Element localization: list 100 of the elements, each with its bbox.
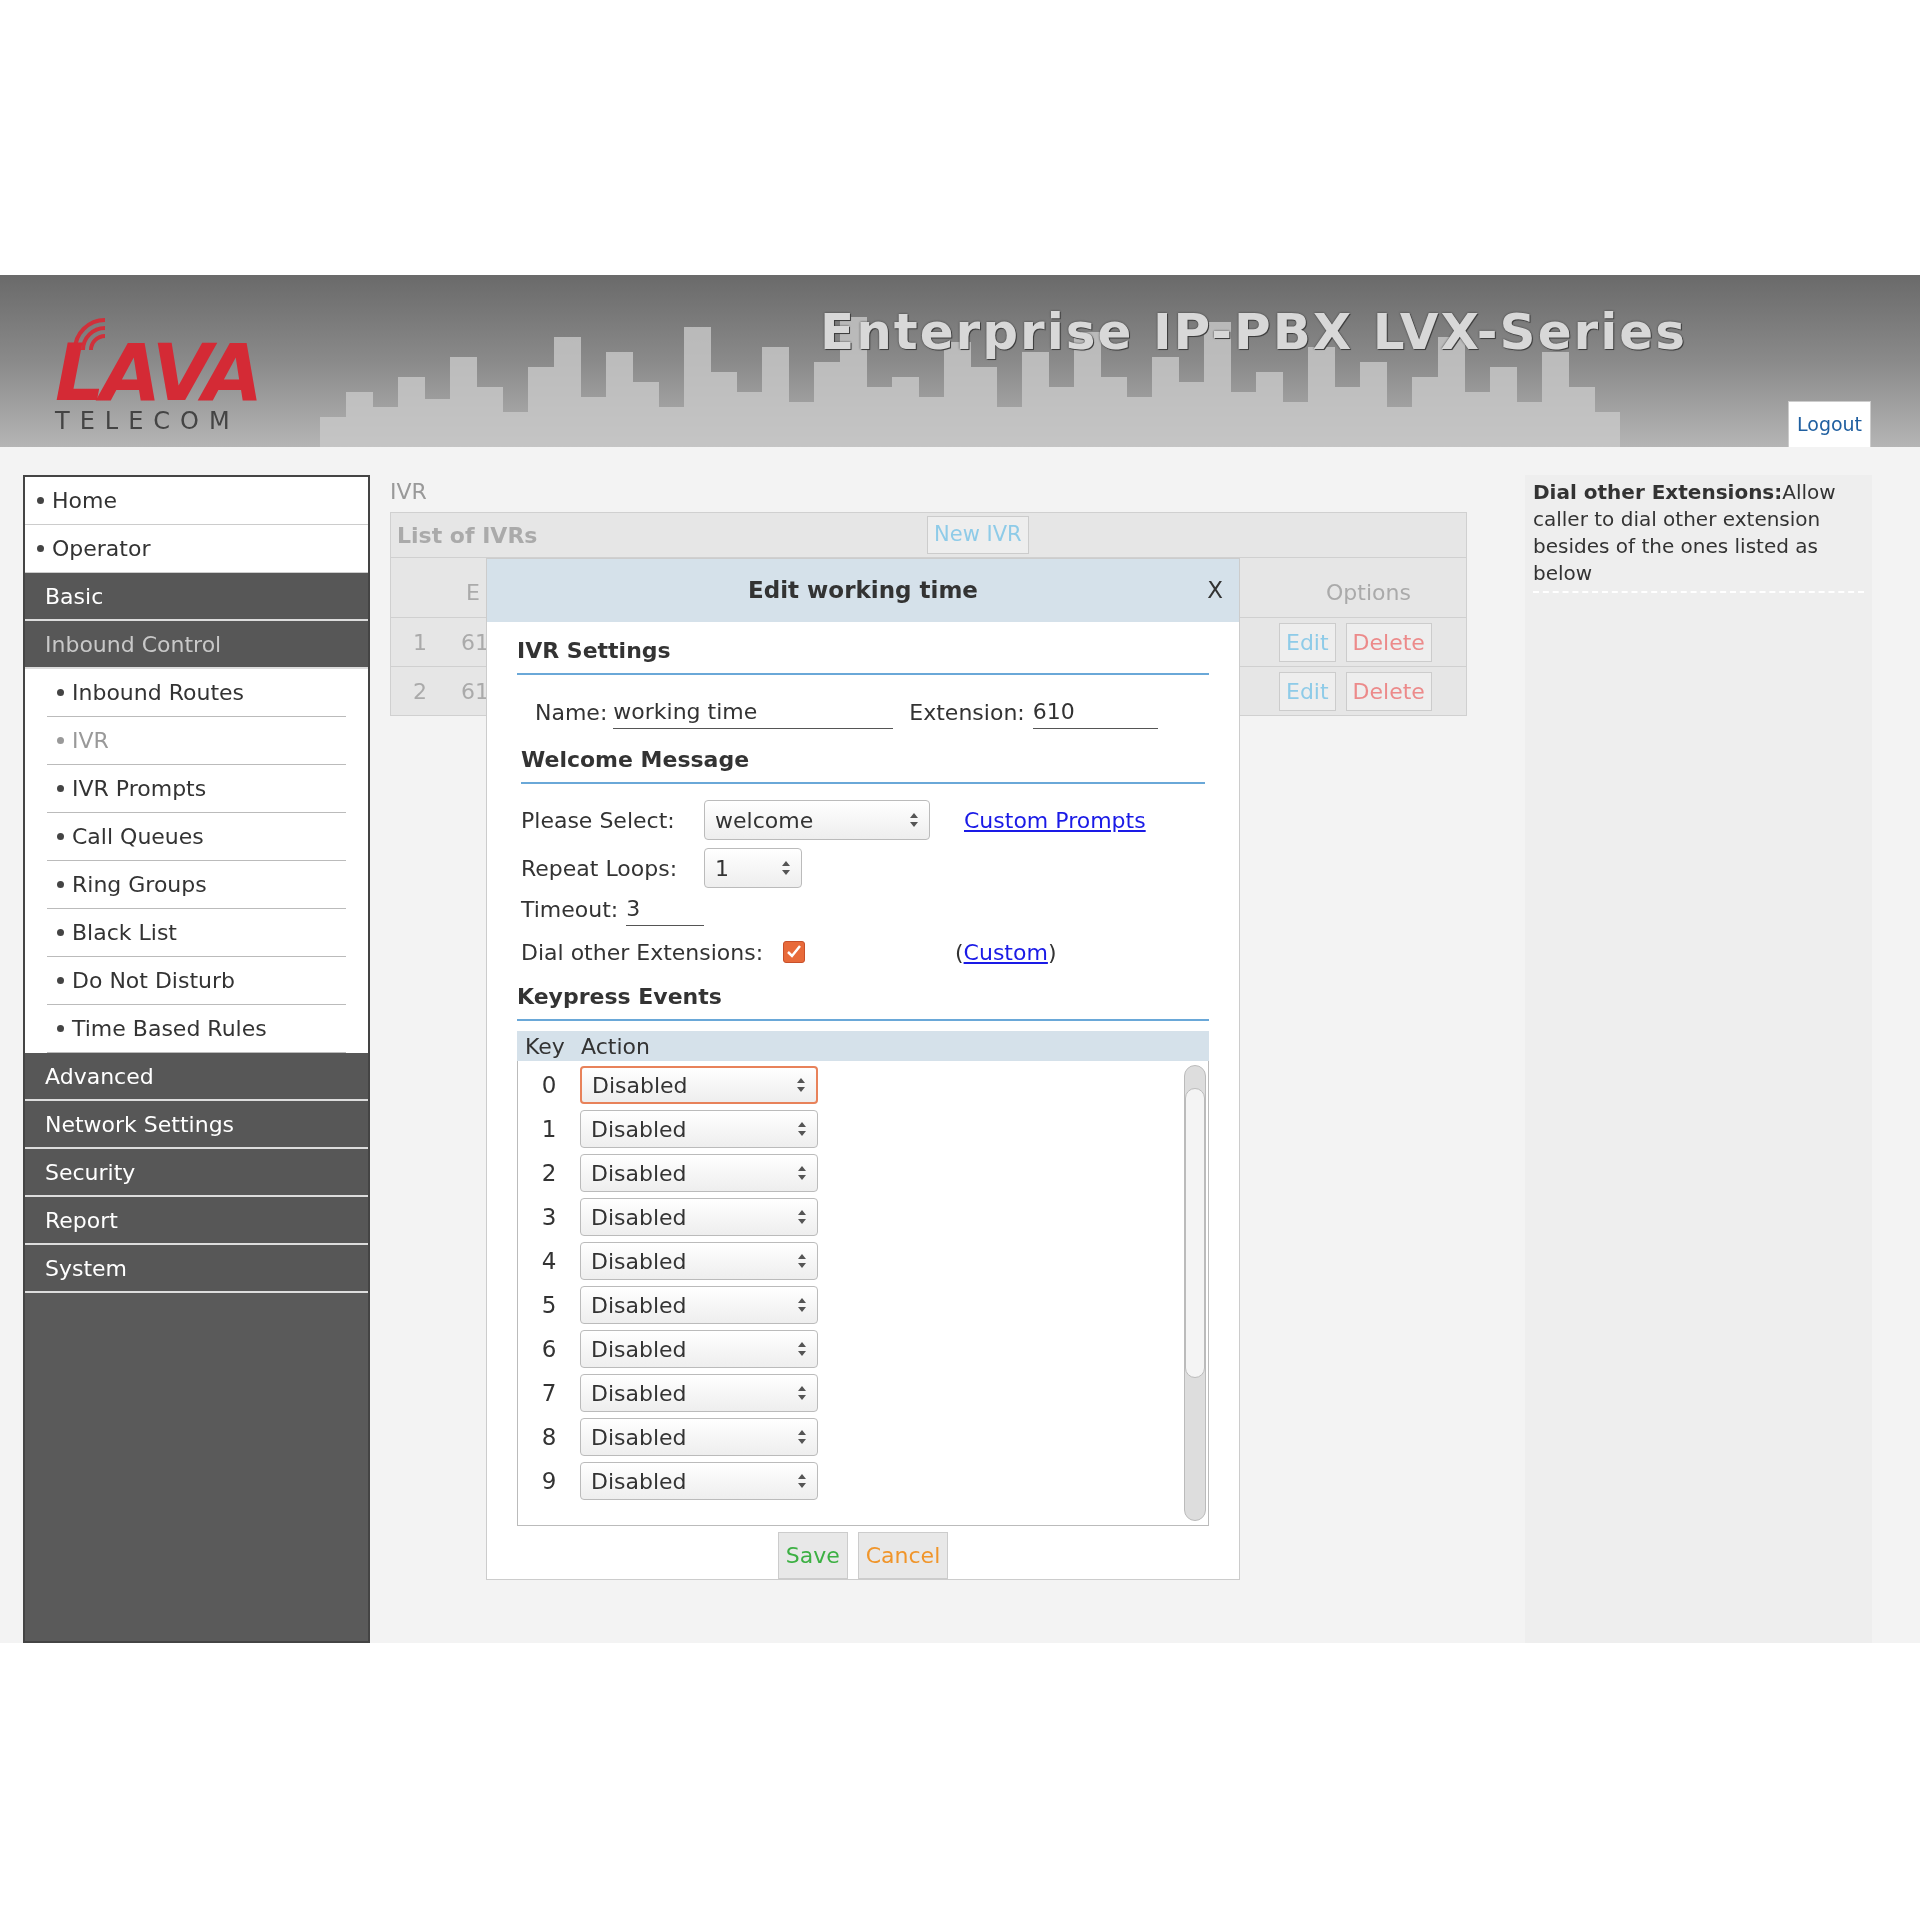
scrollbar[interactable]: [1184, 1065, 1206, 1521]
key-label: 0: [540, 1070, 558, 1100]
list-title: List of IVRs: [397, 521, 539, 550]
action-select[interactable]: Disabled: [580, 1066, 818, 1104]
timeout-field[interactable]: 3: [626, 892, 705, 926]
scrollbar-thumb[interactable]: [1185, 1088, 1205, 1378]
sidebar-subitem-label: Time Based Rules: [72, 1015, 267, 1043]
action-select[interactable]: Disabled: [580, 1418, 818, 1456]
sidebar-subitem-label: Do Not Disturb: [72, 967, 236, 995]
action-select[interactable]: Disabled: [580, 1374, 818, 1412]
section-heading: IVR Settings: [517, 634, 1209, 675]
logout-button[interactable]: Logout: [1788, 401, 1872, 447]
bullet-icon: [57, 833, 64, 840]
spinner-icon: [796, 1076, 806, 1094]
column-header: Key: [525, 1032, 566, 1061]
spinner-icon: [797, 1164, 807, 1182]
sidebar-item[interactable]: Home: [25, 477, 368, 525]
spinner-icon: [797, 1120, 807, 1138]
spinner-icon: [781, 859, 791, 877]
select-value: Disabled: [591, 1247, 687, 1276]
sidebar-subitem[interactable]: Do Not Disturb: [47, 957, 346, 1005]
spinner-icon: [797, 1472, 807, 1490]
key-label: 4: [540, 1246, 558, 1276]
key-label: 1: [540, 1114, 558, 1144]
select-value: Disabled: [591, 1467, 687, 1496]
table-cell-text: 61: [461, 677, 490, 706]
sidebar-subitem-label: Inbound Routes: [72, 679, 245, 707]
name-field[interactable]: working time: [613, 695, 894, 729]
field-label: Extension:: [909, 699, 1025, 727]
paren-text: (: [955, 938, 964, 967]
repeat-select[interactable]: 1: [704, 848, 802, 888]
action-select[interactable]: Disabled: [580, 1286, 818, 1324]
checkbox[interactable]: [783, 941, 805, 963]
action-select[interactable]: Disabled: [580, 1198, 818, 1236]
sidebar-subitem-label: Ring Groups: [72, 871, 207, 899]
action-select[interactable]: Disabled: [580, 1110, 818, 1148]
sidebar-item-label: Home: [52, 487, 117, 515]
dialog-title: Edit working time: [748, 576, 978, 606]
sidebar-subitem-label: IVR Prompts: [72, 775, 207, 803]
spinner-icon: [797, 1340, 807, 1358]
sidebar-subitem[interactable]: IVR Prompts: [47, 765, 346, 813]
action-select[interactable]: Disabled: [580, 1242, 818, 1280]
select-value: Disabled: [591, 1379, 687, 1408]
sidebar-subitem-label: IVR: [72, 727, 109, 755]
sidebar-item[interactable]: Operator: [25, 525, 368, 573]
field-label: Dial other Extensions:: [521, 938, 765, 967]
key-label: 5: [540, 1290, 558, 1320]
column-header: E: [466, 579, 481, 607]
field-label: Repeat Loops:: [521, 854, 679, 883]
spinner-icon: [797, 1428, 807, 1446]
action-select[interactable]: Disabled: [580, 1154, 818, 1192]
key-label: 8: [540, 1422, 558, 1452]
bullet-icon: [57, 977, 64, 984]
field-label: Timeout:: [521, 896, 619, 924]
table-cell-text: 61: [461, 628, 490, 657]
section-heading: Keypress Events: [517, 980, 1209, 1021]
key-label: 2: [540, 1158, 558, 1188]
select-value: Disabled: [591, 1159, 687, 1188]
bullet-icon: [37, 545, 44, 552]
sidebar-subitem-label: Black List: [72, 919, 177, 947]
key-label: 3: [540, 1202, 558, 1232]
key-label: 6: [540, 1334, 558, 1364]
sidebar-subitem[interactable]: Ring Groups: [47, 861, 346, 909]
key-label: 9: [540, 1466, 558, 1496]
section-heading: Welcome Message: [521, 743, 1205, 784]
select-value: Disabled: [591, 1291, 687, 1320]
spinner-icon: [797, 1208, 807, 1226]
bullet-icon: [57, 785, 64, 792]
prompt-select[interactable]: welcome: [704, 800, 930, 840]
spinner-icon: [797, 1252, 807, 1270]
spinner-icon: [797, 1384, 807, 1402]
key-label: 7: [540, 1378, 558, 1408]
paren-text: ): [1047, 938, 1057, 967]
row-index: 1: [413, 628, 428, 657]
column-header: Options: [1326, 579, 1411, 607]
field-label: Please Select:: [521, 806, 676, 835]
select-value: Disabled: [591, 1423, 687, 1452]
action-select[interactable]: Disabled: [580, 1462, 818, 1500]
select-value: Disabled: [591, 1203, 687, 1232]
column-header: Action: [581, 1032, 650, 1061]
action-select[interactable]: Disabled: [580, 1330, 818, 1368]
close-button[interactable]: X: [1207, 573, 1223, 608]
extension-field[interactable]: 610: [1032, 695, 1158, 729]
sidebar-subitem[interactable]: Call Queues: [47, 813, 346, 861]
bullet-icon: [57, 689, 64, 696]
custom-prompts-link[interactable]: Custom Prompts: [964, 803, 1146, 837]
custom-link[interactable]: Custom: [963, 935, 1048, 969]
bullet-icon: [57, 929, 64, 936]
spinner-icon: [909, 811, 919, 829]
select-value: Disabled: [592, 1071, 688, 1100]
select-value: Disabled: [591, 1335, 687, 1364]
sidebar-subitem[interactable]: Black List: [47, 909, 346, 957]
sidebar-subitem[interactable]: Inbound Routes: [47, 669, 346, 717]
row-index: 2: [413, 677, 428, 706]
logo-subtitle: TELECOM: [55, 408, 240, 434]
select-value: Disabled: [591, 1115, 687, 1144]
bullet-icon: [57, 1025, 64, 1032]
logo-text: LAVA: [55, 338, 260, 408]
spinner-icon: [797, 1296, 807, 1314]
bullet-icon: [57, 737, 64, 744]
